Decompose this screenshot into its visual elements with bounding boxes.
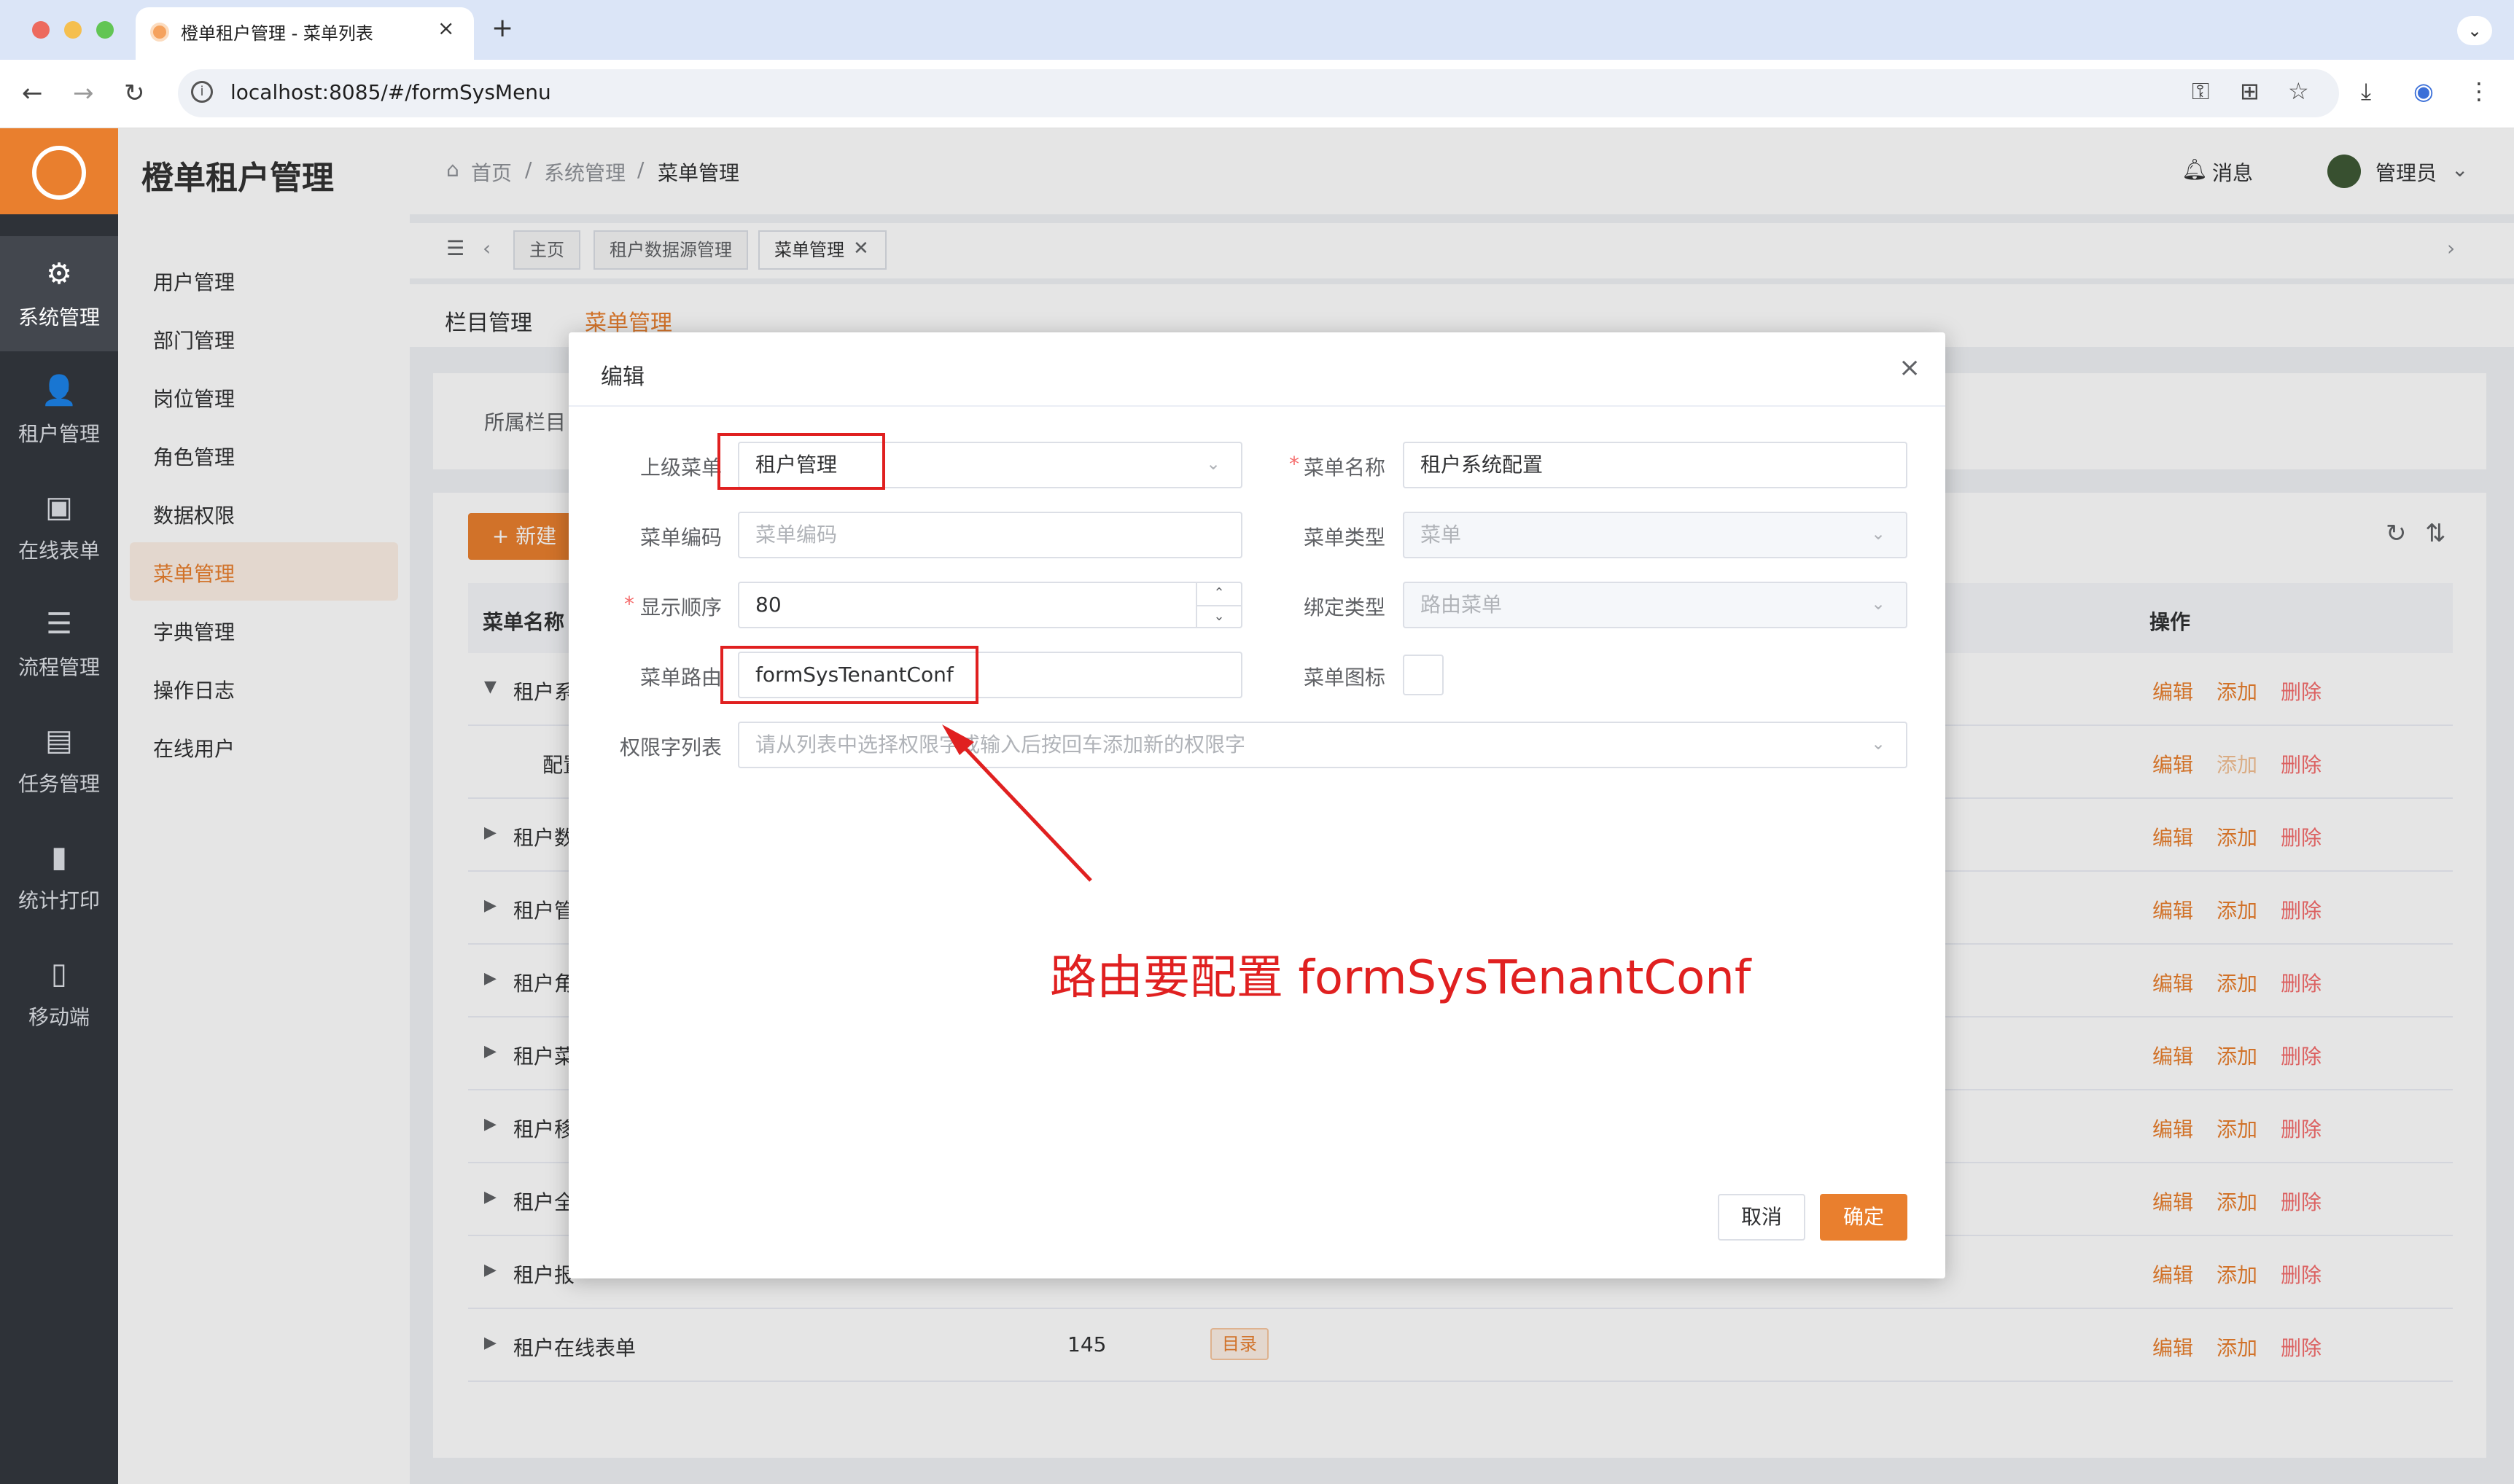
annotation-arrow: [942, 725, 1092, 882]
annotation-text: 路由要配置 formSysTenantConf: [1050, 951, 1751, 1005]
